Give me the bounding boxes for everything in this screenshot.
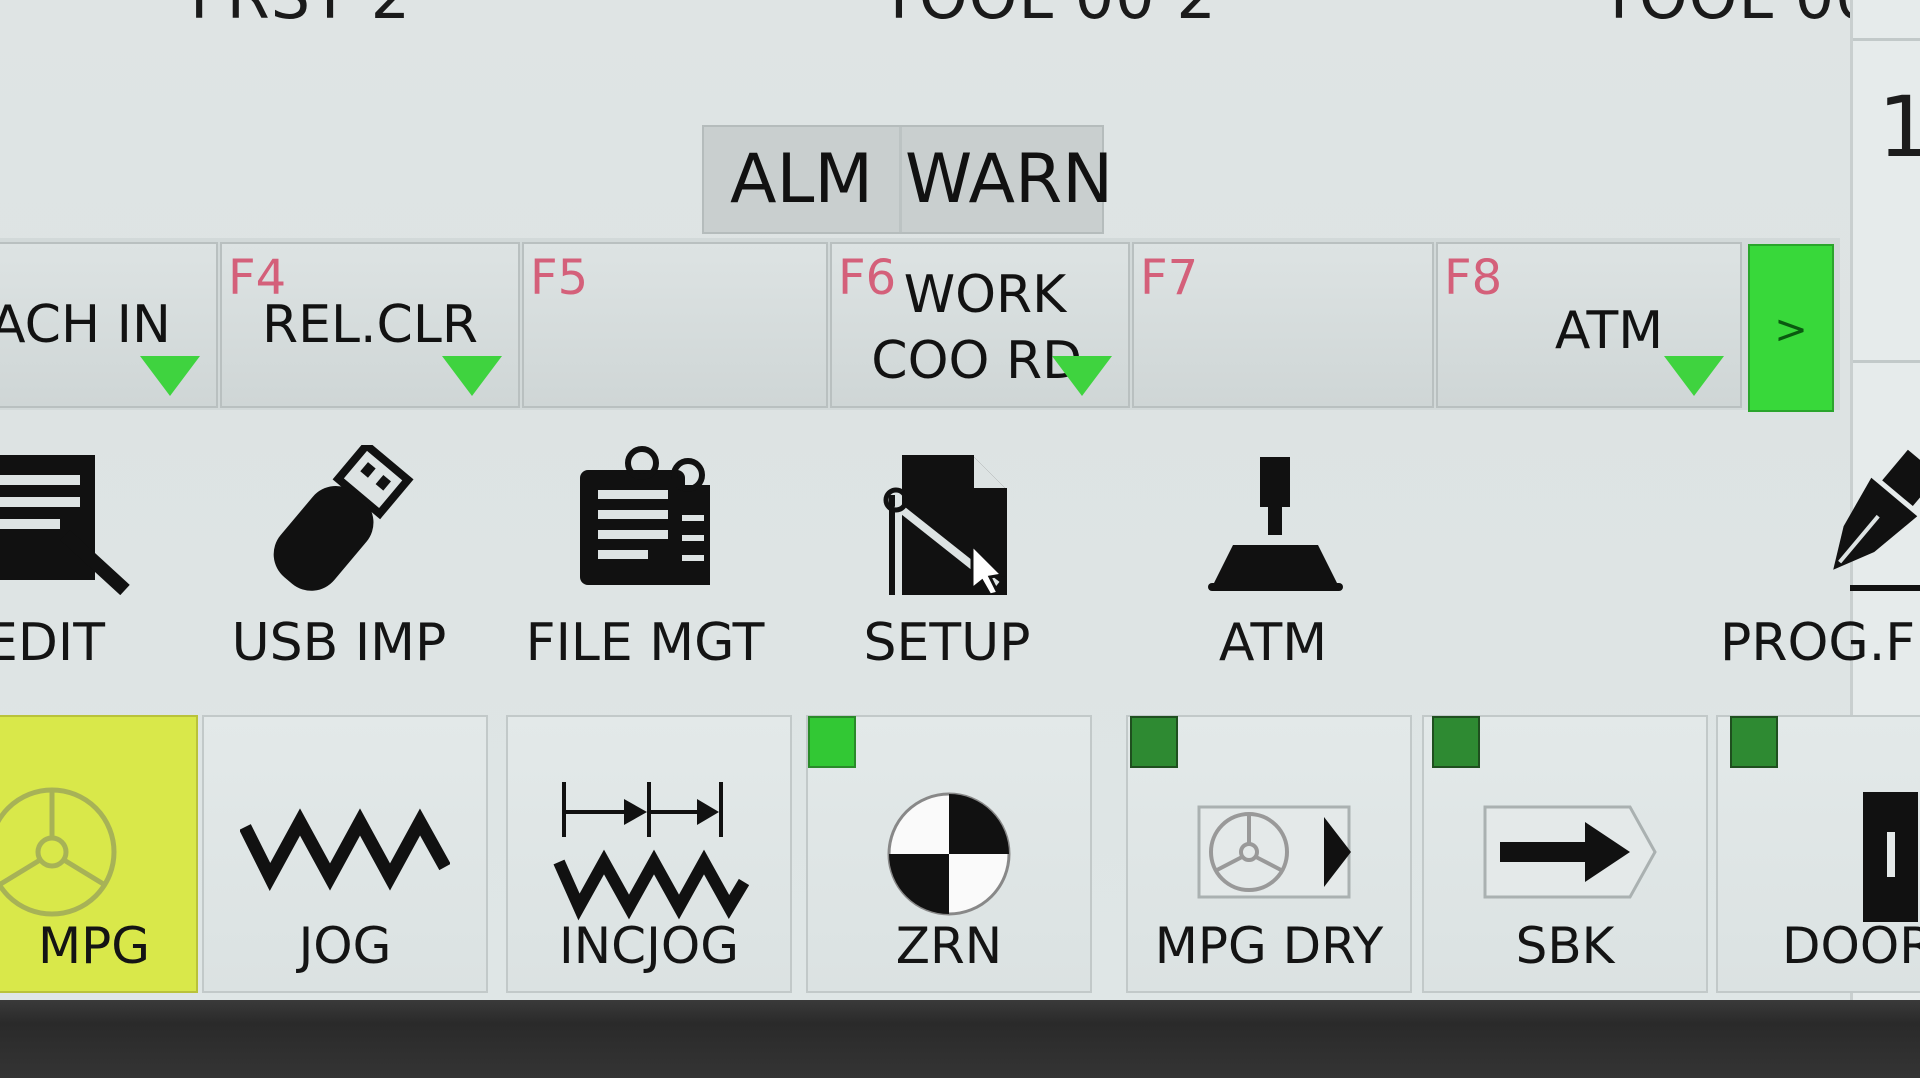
fkey-number: F7: [1140, 250, 1199, 306]
fkey-f8-atm[interactable]: F8 ATM: [1436, 242, 1742, 408]
mode-label: MPG DRY: [1154, 917, 1384, 975]
submenu-triangle-icon: [1664, 356, 1724, 396]
right-panel-digit: 1: [1878, 78, 1920, 176]
handwheel-icon: [0, 787, 117, 917]
mpg-dry-status-led: [1130, 716, 1178, 768]
fkey-label: ATM: [1554, 301, 1664, 361]
submenu-triangle-icon: [140, 356, 200, 396]
submenu-triangle-icon: [442, 356, 502, 396]
readout-2: TOOL 00 2: [880, 0, 1217, 33]
door-status-led: [1730, 716, 1778, 768]
readout-1: FRST 2: [190, 0, 411, 33]
warning-indicator[interactable]: WARN: [905, 140, 1113, 219]
toolbar-file-mgt[interactable]: FILE MGT: [526, 445, 764, 685]
setup-compass-icon: [883, 455, 1007, 595]
mode-label: JOG: [298, 917, 392, 975]
mode-label: INCJOG: [559, 917, 739, 975]
mode-label: DOOR: [1782, 917, 1920, 975]
toolbar-edit[interactable]: EDIT: [0, 445, 160, 685]
edit-document-icon: [0, 455, 130, 595]
single-block-arrow-icon: [1483, 805, 1657, 899]
toolbar-label: EDIT: [0, 613, 105, 673]
increment-zigzag-icon: [553, 782, 749, 921]
next-page-button[interactable]: >: [1748, 244, 1834, 412]
alarm-indicator[interactable]: ALM: [730, 140, 873, 219]
toolbar-label: FILE MGT: [525, 613, 765, 673]
pen-nib-icon: [1833, 449, 1920, 591]
fkey-number: F5: [530, 250, 589, 306]
fkey-teach-in[interactable]: EACH IN: [0, 242, 218, 408]
toolbar-label: USB IMP: [231, 613, 447, 673]
home-target-icon: [887, 792, 1011, 916]
zigzag-icon: [240, 808, 450, 892]
toolbar-label: ATM: [1218, 613, 1328, 673]
fkey-f7[interactable]: F7: [1132, 242, 1434, 408]
toolbar-setup[interactable]: SETUP: [832, 445, 1062, 685]
fkey-f5[interactable]: F5: [522, 242, 828, 408]
mode-label: SBK: [1515, 917, 1615, 975]
door-icon: [1863, 792, 1918, 922]
toolbar-label: SETUP: [863, 613, 1031, 673]
mode-jog[interactable]: JOG: [202, 715, 488, 993]
zrn-status-led: [808, 716, 856, 768]
file-clip-icon: [580, 446, 710, 585]
toolbar-prog[interactable]: PROG.F: [1720, 445, 1920, 685]
readout-3: TOOL 00: [1600, 0, 1876, 33]
mode-label: ZRN: [895, 917, 1003, 975]
handwheel-arrow-icon: [1197, 805, 1351, 899]
fkey-f4-rel-clr[interactable]: F4 REL.CLR: [220, 242, 520, 408]
sbk-status-led: [1432, 716, 1480, 768]
tool-spindle-icon: [1208, 457, 1343, 591]
mode-incjog[interactable]: INCJOG: [506, 715, 792, 993]
usb-drive-icon: [273, 445, 414, 591]
toolbar-label: PROG.F: [1720, 613, 1916, 673]
cnc-screen: FRST 2 TOOL 00 2 TOOL 00 1 ALM WARN EACH…: [0, 0, 1920, 1000]
submenu-triangle-icon: [1052, 356, 1112, 396]
toolbar-atm[interactable]: ATM: [1158, 445, 1388, 685]
toolbar-usb-import[interactable]: USB IMP: [224, 445, 454, 685]
fkey-f6-work-coord[interactable]: F6 WORK COO RD.: [830, 242, 1130, 408]
fkey-label: REL.CLR: [262, 295, 478, 355]
fkey-label: EACH IN: [0, 295, 171, 355]
monitor-bezel: [0, 1000, 1920, 1078]
mode-mpg[interactable]: MPG: [0, 715, 198, 993]
